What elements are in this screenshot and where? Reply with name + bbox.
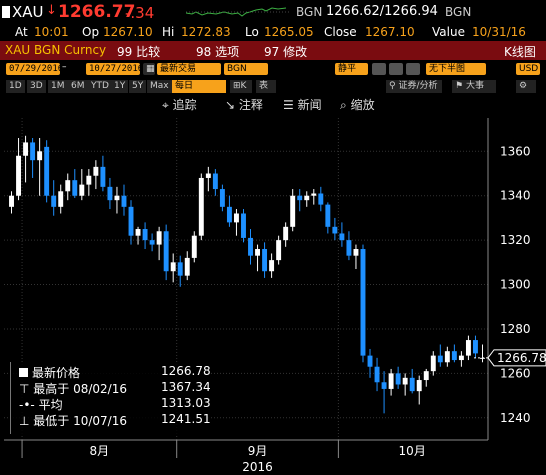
candle-body [297, 195, 303, 201]
candle-body [444, 351, 450, 363]
last-price-tag-label: 1266.78 [497, 351, 546, 365]
candle-body [149, 240, 155, 245]
candle-body [416, 380, 422, 392]
candle-body [381, 382, 387, 389]
candle-body [72, 180, 78, 196]
legend-last-label: 最新价格 [32, 366, 81, 380]
candle-body [226, 206, 232, 223]
y-tick-label: 1320 [500, 233, 531, 247]
candle-body [325, 204, 331, 227]
candle-body [472, 340, 478, 354]
candle-body [388, 373, 394, 389]
candle-body [339, 233, 345, 241]
x-month-label: 8月 [90, 444, 110, 458]
candle-body [16, 155, 22, 196]
candle-body [367, 355, 373, 367]
legend-high-label: 最高于 08/02/16 [33, 382, 127, 396]
candle-body [219, 189, 225, 207]
candle-body [451, 351, 457, 361]
candle-body [374, 366, 380, 383]
candle-body [163, 231, 169, 272]
candle-body [177, 262, 183, 276]
candle-body [304, 195, 310, 201]
candle-body [156, 231, 162, 245]
candle-body [360, 249, 366, 356]
y-tick-label: 1280 [500, 322, 531, 336]
candle-body [9, 195, 14, 207]
candle-body [276, 240, 282, 261]
candle-body [458, 355, 464, 361]
candle-body [283, 226, 289, 241]
candle-body [205, 173, 211, 178]
candle-body [51, 195, 57, 207]
legend-low-value: 1241.51 [161, 412, 211, 426]
candle-body [23, 142, 29, 156]
candle-body [465, 340, 471, 356]
candle-body [346, 240, 352, 256]
legend-high-row: ⊤ 最高于 08/02/16 [19, 380, 127, 397]
high-marker-icon: ⊤ [19, 382, 30, 396]
legend-avg-value: 1313.03 [161, 396, 211, 410]
y-tick-label: 1340 [500, 189, 531, 203]
candle-body [121, 195, 127, 207]
candle-body [198, 177, 204, 236]
x-year-label: 2016 [242, 460, 273, 474]
candle-body [241, 213, 246, 238]
candle-body [142, 229, 148, 241]
candle-body [30, 142, 36, 161]
x-month-label: 9月 [248, 444, 268, 458]
candle-body [402, 377, 408, 385]
candle-body [430, 355, 436, 372]
candle-body [79, 184, 85, 196]
candle-body [58, 191, 64, 207]
candle-body [262, 249, 268, 272]
candle-body [114, 195, 120, 201]
y-tick-label: 1240 [500, 411, 531, 425]
candle-body [135, 229, 141, 236]
candle-body [248, 237, 253, 256]
candle-body [269, 260, 275, 272]
legend-square-icon [19, 368, 28, 377]
candle-body [93, 166, 99, 176]
y-tick-label: 1360 [500, 144, 531, 158]
y-tick-label: 1300 [500, 278, 531, 292]
price-legend: 最新价格 1266.78 ⊤ 最高于 08/02/16 1367.34 -•- … [10, 362, 211, 434]
candle-body [353, 249, 359, 256]
legend-avg-row: -•- 平均 [19, 396, 63, 413]
avg-marker-icon: -•- [19, 398, 35, 412]
low-marker-icon: ⊥ [19, 414, 30, 428]
candle-body [170, 262, 176, 272]
legend-high-value: 1367.34 [161, 380, 211, 394]
candle-body [100, 166, 106, 187]
candle-body [184, 257, 190, 276]
candle-body [311, 193, 317, 196]
candle-body [409, 377, 415, 392]
candle-body [318, 193, 324, 205]
candle-body [423, 371, 429, 381]
candle-body [65, 180, 71, 192]
candle-body [37, 151, 43, 161]
candle-body [290, 195, 296, 227]
candle-body [107, 186, 113, 201]
legend-low-row: ⊥ 最低于 10/07/16 [19, 412, 127, 429]
candle-body [212, 173, 218, 190]
candle-body [128, 206, 134, 236]
legend-last-value: 1266.78 [161, 364, 211, 378]
y-tick-label: 1260 [500, 366, 531, 380]
candle-body [86, 175, 92, 185]
candle-body [44, 146, 50, 196]
candle-body [233, 213, 239, 223]
candle-body [255, 249, 261, 256]
candle-body [191, 235, 197, 258]
x-month-label: 10月 [399, 444, 426, 458]
candle-body [395, 373, 401, 385]
legend-avg-label: 平均 [38, 398, 63, 412]
legend-low-label: 最低于 10/07/16 [33, 414, 127, 428]
candle-body [437, 355, 443, 363]
legend-last-row: 最新价格 [19, 364, 80, 381]
candle-body [332, 226, 338, 234]
